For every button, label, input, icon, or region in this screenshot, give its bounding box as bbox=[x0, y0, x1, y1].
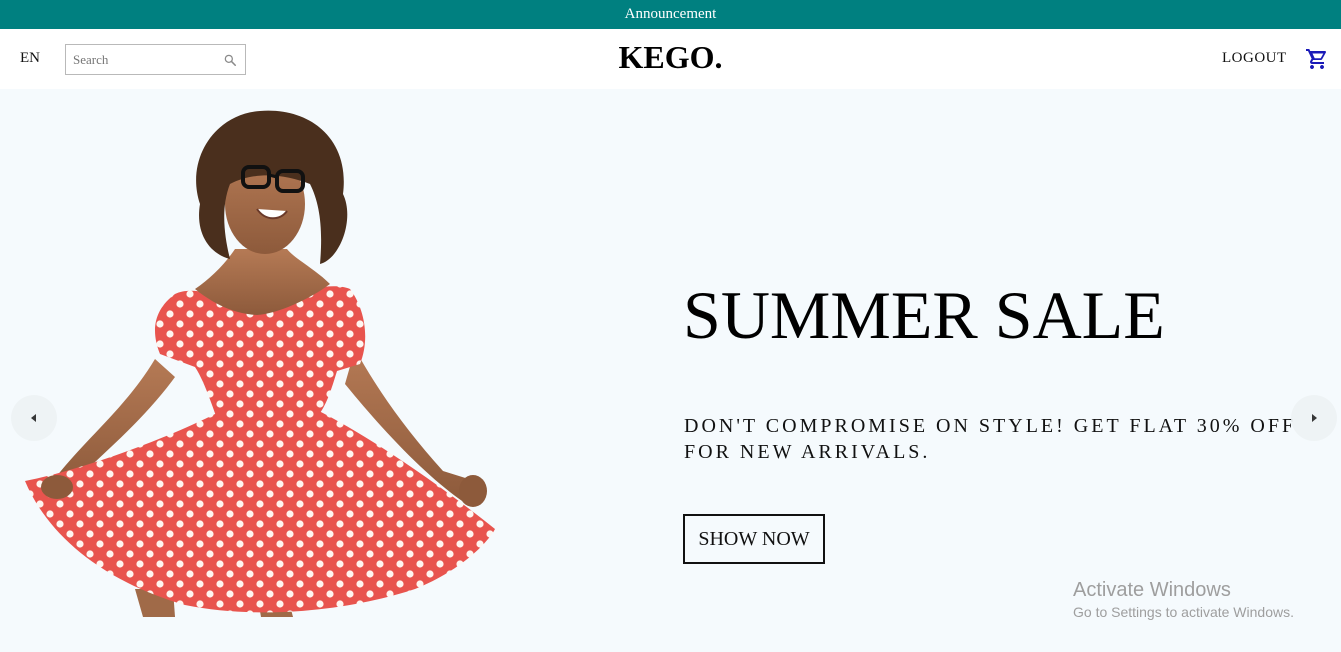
show-now-button[interactable]: SHOW NOW bbox=[683, 514, 825, 564]
slider-next-button[interactable] bbox=[1291, 395, 1337, 441]
language-selector[interactable]: EN bbox=[20, 50, 40, 67]
slide-description: DON'T COMPROMISE ON STYLE! GET FLAT 30% … bbox=[684, 415, 1297, 463]
watermark-subtitle: Go to Settings to activate Windows. bbox=[1073, 604, 1294, 620]
slide-title: SUMMER SALE bbox=[683, 277, 1165, 353]
shopping-cart-icon[interactable] bbox=[1305, 47, 1329, 71]
search-icon[interactable] bbox=[223, 53, 237, 67]
hero-image bbox=[25, 110, 495, 617]
navbar: EN KEGO. LOGOUT bbox=[0, 29, 1341, 89]
search-input[interactable] bbox=[66, 46, 216, 73]
search-container bbox=[65, 44, 246, 75]
logout-link[interactable]: LOGOUT bbox=[1222, 50, 1287, 67]
announcement-text: Announcement bbox=[624, 6, 717, 22]
hero-slider: SUMMER SALE DON'T COMPROMISE ON STYLE! G… bbox=[0, 89, 1341, 652]
activate-windows-watermark: Activate Windows Go to Settings to activ… bbox=[1073, 578, 1294, 622]
announcement-bar: Announcement bbox=[0, 0, 1341, 29]
arrow-right-icon bbox=[1312, 414, 1317, 422]
watermark-title: Activate Windows bbox=[1073, 579, 1231, 601]
